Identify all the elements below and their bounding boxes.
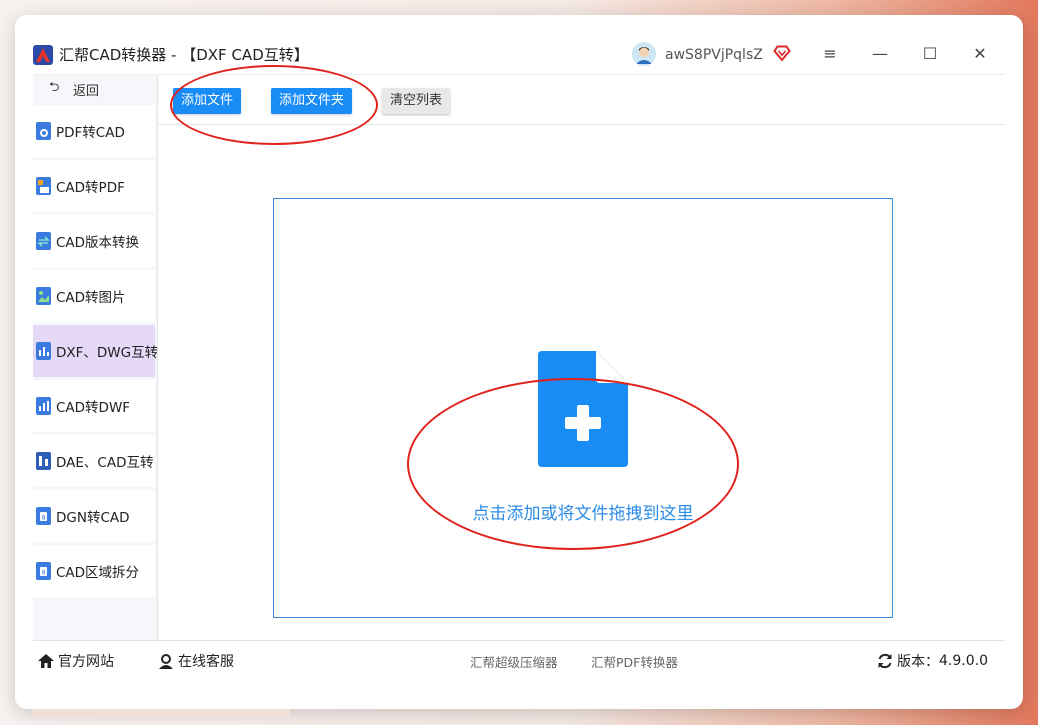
sidebar-item-cad-split[interactable]: 8 CAD区域拆分 [33,545,155,597]
compressor-link[interactable]: 汇帮超级压缩器 [470,650,558,672]
official-website-link[interactable]: 官方网站 [37,650,114,672]
cad-to-pdf-icon [36,177,51,195]
menu-button[interactable]: ≡ [819,43,841,65]
file-drop-zone[interactable]: 点击添加或将文件拖拽到这里 [273,198,893,618]
back-arrow-icon: ⮌ [49,80,60,95]
sidebar-item-label: CAD版本转换 [56,235,140,251]
customer-service-icon [159,654,173,669]
app-logo-icon [33,45,53,65]
sidebar-item-label: CAD区域拆分 [56,565,140,581]
sidebar-item-pdf-to-cad[interactable]: PDF转CAD [33,105,155,157]
pdf-to-cad-icon [36,122,51,140]
sidebar-item-cad-to-pdf[interactable]: CAD转PDF [33,160,155,212]
version-value: 4.9.0.0 [939,653,988,669]
clear-list-button[interactable]: 清空列表 [382,88,450,114]
back-label: 返回 [73,83,100,99]
dgn-to-cad-icon: 8 [36,507,51,525]
username[interactable]: awS8PVjPqlsZ [665,45,763,65]
version-info: 版本： 4.9.0.0 [876,650,988,672]
pdf-converter-link[interactable]: 汇帮PDF转换器 [591,650,678,672]
add-file-icon[interactable] [538,351,628,467]
sidebar: ⮌ 返回 PDF转CAD CAD转PDF CAD版本转换 CAD转图片 DXF、… [33,75,159,640]
cad-split-icon: 8 [36,562,51,580]
add-file-button[interactable]: 添加文件 [173,88,241,114]
avatar-icon [632,42,656,66]
title-bar: 汇帮CAD转换器 - 【DXF CAD互转】 awS8PVjPqlsZ ≡ — … [15,15,1023,75]
svg-text:8: 8 [42,570,46,577]
sidebar-item-label: DXF、DWG互转 [56,345,159,361]
refresh-icon[interactable] [876,652,894,670]
online-service-link[interactable]: 在线客服 [157,650,234,672]
sidebar-item-label: PDF转CAD [56,125,125,141]
sidebar-item-label: DAE、CAD互转 [56,455,154,471]
official-website-label: 官方网站 [58,654,114,670]
toolbar: 添加文件 添加文件夹 清空列表 [158,75,1005,125]
cad-version-icon [36,232,51,250]
app-window: 汇帮CAD转换器 - 【DXF CAD互转】 awS8PVjPqlsZ ≡ — … [15,15,1023,709]
footer-bar: 官方网站 在线客服 汇帮超级压缩器 汇帮PDF转换器 版本： 4.9.0.0 [33,640,1005,690]
cad-to-image-icon [36,287,51,305]
sidebar-item-cad-version[interactable]: CAD版本转换 [33,215,155,267]
cad-to-dwf-icon [36,397,51,415]
minimize-button[interactable]: — [869,43,891,65]
drop-zone-text[interactable]: 点击添加或将文件拖拽到这里 [274,499,892,524]
vip-diamond-icon[interactable] [773,44,791,62]
online-service-label: 在线客服 [178,654,234,670]
dae-cad-icon [36,452,51,470]
dxf-dwg-icon [36,342,51,360]
sidebar-item-label: CAD转DWF [56,400,131,416]
back-button[interactable]: ⮌ 返回 [33,75,157,103]
home-icon [38,654,54,668]
sidebar-divider [157,75,158,640]
window-title: 汇帮CAD转换器 - 【DXF CAD互转】 [59,46,309,64]
svg-text:8: 8 [42,515,46,522]
sidebar-item-dae-cad[interactable]: DAE、CAD互转 [33,435,155,487]
sidebar-item-label: DGN转CAD [56,510,130,526]
sidebar-item-cad-to-image[interactable]: CAD转图片 [33,270,155,322]
version-label: 版本： [897,654,939,670]
close-button[interactable]: ✕ [969,43,991,65]
user-avatar[interactable] [632,42,656,66]
sidebar-item-cad-to-dwf[interactable]: CAD转DWF [33,380,155,432]
sidebar-item-label: CAD转PDF [56,180,125,196]
sidebar-item-dxf-dwg[interactable]: DXF、DWG互转 [33,325,159,377]
sidebar-item-label: CAD转图片 [56,290,126,306]
add-folder-button[interactable]: 添加文件夹 [271,88,352,114]
sidebar-item-dgn-to-cad[interactable]: 8 DGN转CAD [33,490,155,542]
maximize-button[interactable]: ☐ [919,43,941,65]
taskbar-fragment [33,709,290,717]
